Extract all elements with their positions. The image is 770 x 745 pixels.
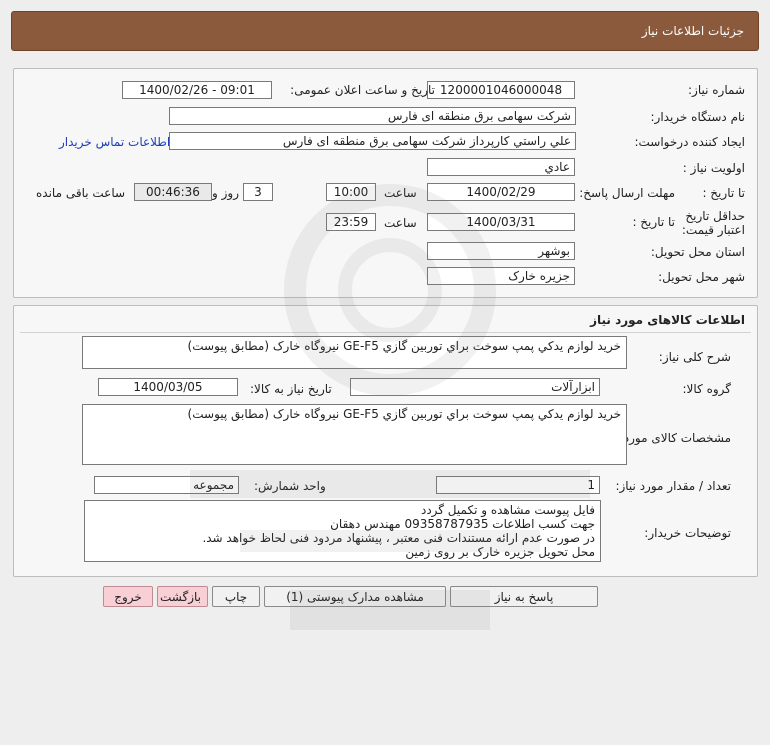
summary-field: خريد لوازم يدكي پمپ سوخت براي توربين گاز…: [82, 336, 627, 369]
buyer-label: نام دستگاه خریدار:: [650, 110, 746, 124]
print-button[interactable]: چاپ: [212, 586, 260, 607]
group-label: گروه کالا:: [682, 382, 732, 396]
deadline-time-label: ساعت: [384, 186, 417, 200]
view-attachments-button[interactable]: مشاهده مدارک پیوستی (1): [264, 586, 446, 607]
validity-to-date-label: تا تاریخ :: [632, 215, 675, 229]
priority-label: اولویت نیاز :: [682, 161, 745, 175]
reply-button[interactable]: پاسخ به نیاز: [450, 586, 598, 607]
city-label: شهر محل تحویل:: [658, 270, 745, 284]
creator-field: علي راستي كارپرداز شرکت سهامی برق منطقه …: [169, 132, 576, 150]
need-number-field: 1200001046000048: [427, 81, 575, 99]
remaining-label: ساعت باقی مانده: [36, 186, 126, 200]
qty-field: 1: [436, 476, 600, 494]
province-label: استان محل تحویل:: [650, 245, 745, 259]
section-divider: [20, 332, 751, 333]
days-field: 3: [243, 183, 273, 201]
province-field: بوشهر: [427, 242, 575, 260]
notes-field: فایل پیوست مشاهده و تکمیل گردد جهت کسب ا…: [84, 500, 601, 562]
unit-label: واحد شمارش:: [254, 479, 326, 493]
goods-panel: اطلاعات کالاهای مورد نیاز شرح کلی نیاز: …: [13, 305, 758, 577]
deadline-date-field: 1400/02/29: [427, 183, 575, 201]
back-button[interactable]: بازگشت: [157, 586, 208, 607]
page-title: جزئیات اطلاعات نیاز: [641, 24, 744, 38]
validity-time-field: 23:59: [326, 213, 376, 231]
deadline-to-date-label: تا تاریخ :: [702, 186, 745, 200]
announce-date-label: تاریخ و ساعت اعلان عمومی:: [290, 83, 435, 97]
city-field: جزیره خارک: [427, 267, 575, 285]
creator-label: ایجاد کننده درخواست:: [634, 135, 745, 149]
remaining-time-field: 00:46:36: [134, 183, 212, 201]
validity-label: حداقل تاریخ اعتبار قیمت:: [681, 209, 745, 237]
deadline-label: مهلت ارسال پاسخ:: [579, 186, 675, 200]
exit-button[interactable]: خروج: [103, 586, 153, 607]
validity-time-label: ساعت: [384, 216, 417, 230]
notes-label: توضیحات خریدار:: [644, 526, 731, 540]
spec-field: خريد لوازم يدكي پمپ سوخت براي توربين گاز…: [82, 404, 627, 465]
need-date-label: تاریخ نیاز به کالا:: [250, 382, 332, 396]
summary-label: شرح کلی نیاز:: [658, 350, 731, 364]
need-info-panel: شماره نیاز: 1200001046000048 تاریخ و ساع…: [13, 68, 758, 298]
validity-date-field: 1400/03/31: [427, 213, 575, 231]
announce-date-field: 1400/02/26 - 09:01: [122, 81, 272, 99]
page-header: جزئیات اطلاعات نیاز: [11, 11, 759, 51]
buyer-field: شرکت سهامی برق منطقه ای فارس: [169, 107, 576, 125]
days-label: روز و: [212, 186, 239, 200]
group-field: ابزارآلات: [350, 378, 600, 396]
deadline-time-field: 10:00: [326, 183, 376, 201]
buyer-contact-link[interactable]: اطلاعات تماس خریدار: [59, 135, 170, 149]
goods-section-title: اطلاعات کالاهای مورد نیاز: [590, 313, 745, 327]
need-number-label: شماره نیاز:: [688, 83, 745, 97]
qty-label: تعداد / مقدار مورد نیاز:: [615, 479, 731, 493]
priority-field: عادي: [427, 158, 575, 176]
unit-field: مجموعه: [94, 476, 239, 494]
need-date-field: 1400/03/05: [98, 378, 238, 396]
